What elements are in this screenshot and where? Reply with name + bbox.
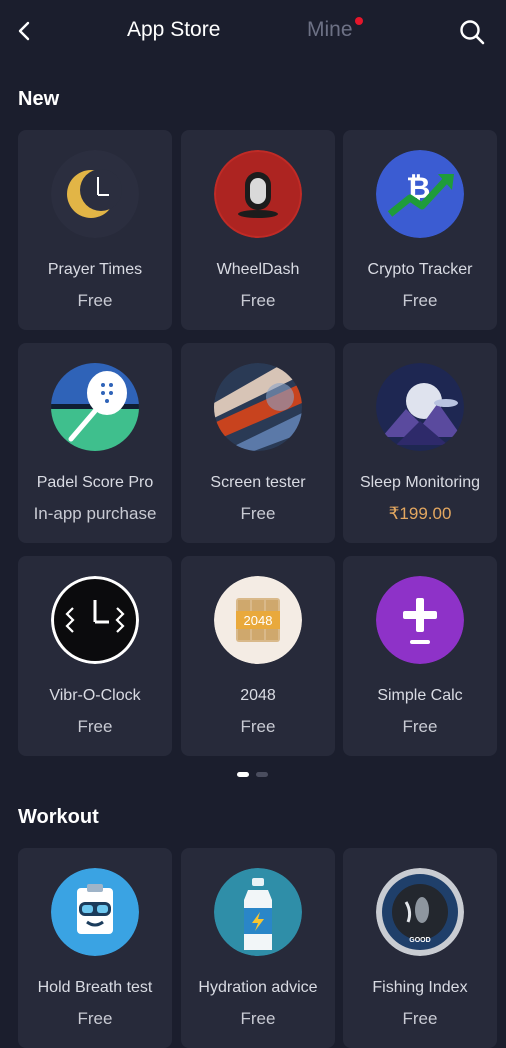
diving-mask-icon: [51, 868, 139, 956]
tile-2048-label: 2048: [244, 613, 273, 628]
tab-mine[interactable]: Mine: [307, 18, 353, 42]
app-name: Hydration advice: [198, 979, 318, 996]
page-dot-active[interactable]: [237, 772, 249, 777]
app-name: WheelDash: [216, 261, 300, 278]
search-icon[interactable]: [458, 18, 486, 46]
app-price: Free: [240, 291, 276, 310]
section-title-new: New: [18, 88, 60, 110]
bitcoin-chart-icon: ₿: [376, 150, 464, 238]
section-title-workout: Workout: [18, 806, 99, 828]
app-card-2048[interactable]: 2048 2048 Free: [181, 556, 335, 756]
app-price: In-app purchase: [33, 504, 157, 523]
app-price: Free: [402, 717, 438, 736]
app-name: Fishing Index: [372, 979, 468, 996]
page-dot[interactable]: [256, 772, 268, 777]
app-name: Vibr-O-Clock: [49, 687, 141, 704]
app-card-fishing-index[interactable]: GOOD Fishing Index Free: [343, 848, 497, 1048]
app-name: Simple Calc: [377, 687, 463, 704]
app-price: Free: [77, 1009, 113, 1028]
app-card-simple-calc[interactable]: Simple Calc Free: [343, 556, 497, 756]
app-card-crypto-tracker[interactable]: ₿ Crypto Tracker Free: [343, 130, 497, 330]
app-name: Hold Breath test: [37, 979, 153, 996]
app-name: 2048: [240, 687, 276, 704]
app-name: Padel Score Pro: [36, 474, 154, 491]
app-card-prayer-times[interactable]: Prayer Times Free: [18, 130, 172, 330]
app-name: Crypto Tracker: [367, 261, 473, 278]
tile-2048-icon: 2048: [214, 576, 302, 664]
app-card-hold-breath-test[interactable]: Hold Breath test Free: [18, 848, 172, 1048]
app-price: Free: [77, 717, 113, 736]
app-card-vibr-o-clock[interactable]: Vibr-O-Clock Free: [18, 556, 172, 756]
app-price: Free: [402, 291, 438, 310]
app-card-padel-score-pro[interactable]: Padel Score Pro In-app purchase: [18, 343, 172, 543]
padel-racket-icon: [51, 363, 139, 451]
crescent-clock-icon: [51, 150, 139, 238]
app-card-screen-tester[interactable]: Screen tester Free: [181, 343, 335, 543]
app-name: Sleep Monitoring: [359, 474, 481, 491]
app-card-hydration-advice[interactable]: Hydration advice Free: [181, 848, 335, 1048]
tab-app-store[interactable]: App Store: [127, 18, 220, 42]
app-price: Free: [77, 291, 113, 310]
app-price: Free: [402, 1009, 438, 1028]
abstract-light-icon: [214, 363, 302, 451]
back-arrow-icon[interactable]: [12, 18, 38, 44]
app-name: Screen tester: [210, 474, 306, 491]
notification-badge: [355, 17, 363, 25]
fish-gauge-icon: GOOD: [376, 868, 464, 956]
app-price: ₹199.00: [388, 504, 452, 523]
water-bottle-icon: [214, 868, 302, 956]
gauge-label: GOOD: [409, 937, 430, 944]
app-price: Free: [240, 1009, 276, 1028]
vibrating-clock-icon: [51, 576, 139, 664]
moon-mountain-icon: [376, 363, 464, 451]
app-card-sleep-monitoring[interactable]: Sleep Monitoring ₹199.00: [343, 343, 497, 543]
app-price: Free: [240, 717, 276, 736]
plus-minus-icon: [376, 576, 464, 664]
app-name: Prayer Times: [47, 261, 143, 278]
app-price: Free: [240, 504, 276, 523]
top-bar: App Store Mine: [0, 0, 506, 62]
unicycle-icon: [214, 150, 302, 238]
app-card-wheeldash[interactable]: WheelDash Free: [181, 130, 335, 330]
